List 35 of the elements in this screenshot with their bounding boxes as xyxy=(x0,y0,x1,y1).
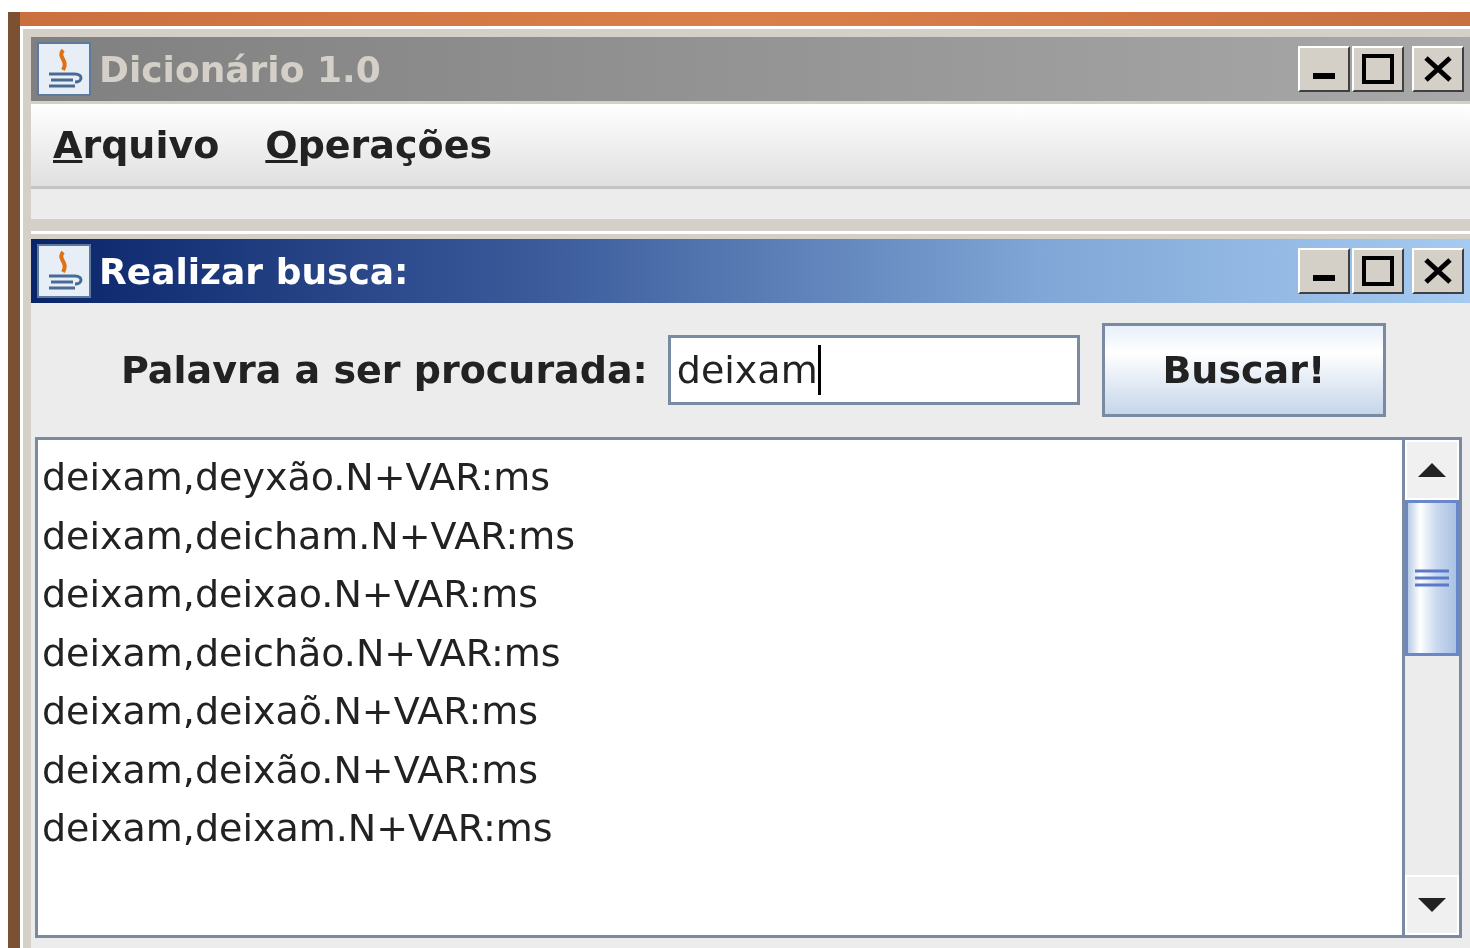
search-button[interactable]: Buscar! xyxy=(1101,323,1386,417)
close-button[interactable] xyxy=(1412,248,1464,294)
up-arrow-icon xyxy=(1418,463,1446,477)
java-cup-icon xyxy=(37,42,91,96)
result-item[interactable]: deixam,deichão.N+VAR:ms xyxy=(42,623,561,682)
search-label: Palavra a ser procurada: xyxy=(121,348,648,392)
result-item[interactable]: deixam,deixão.N+VAR:ms xyxy=(42,740,539,799)
result-item[interactable]: deixam,deicham.N+VAR:ms xyxy=(42,506,576,565)
result-item[interactable]: deixam,deyxão.N+VAR:ms xyxy=(42,448,551,507)
down-arrow-icon xyxy=(1418,898,1446,912)
close-button[interactable] xyxy=(1412,46,1464,92)
minimize-icon xyxy=(1313,275,1335,281)
minimize-button[interactable] xyxy=(1298,46,1350,92)
frame-title: Realizar busca: xyxy=(99,250,410,292)
close-icon xyxy=(1423,55,1453,83)
menu-item[interactable]: Arquivo xyxy=(53,123,220,167)
result-item[interactable]: deixam,deixam.N+VAR:ms xyxy=(42,799,553,858)
scroll-up-button[interactable] xyxy=(1405,440,1459,500)
scroll-thumb[interactable] xyxy=(1405,500,1459,656)
menu-item[interactable]: Operações xyxy=(265,123,493,167)
window-title: Dicionário 1.0 xyxy=(99,48,382,90)
java-cup-icon xyxy=(37,244,91,298)
minimize-icon xyxy=(1313,73,1335,79)
maximize-icon xyxy=(1362,256,1394,286)
maximize-button[interactable] xyxy=(1352,248,1404,294)
result-item[interactable]: deixam,deixaõ.N+VAR:ms xyxy=(42,682,539,741)
maximize-button[interactable] xyxy=(1352,46,1404,92)
maximize-icon xyxy=(1362,54,1394,84)
scroll-down-button[interactable] xyxy=(1405,875,1459,935)
grip-icon xyxy=(1415,569,1449,587)
result-item[interactable]: deixam,deixao.N+VAR:ms xyxy=(42,565,539,624)
minimize-button[interactable] xyxy=(1298,248,1350,294)
close-icon xyxy=(1423,257,1453,285)
search-field[interactable]: deixam xyxy=(667,335,1080,405)
scrollbar[interactable] xyxy=(1402,440,1459,935)
